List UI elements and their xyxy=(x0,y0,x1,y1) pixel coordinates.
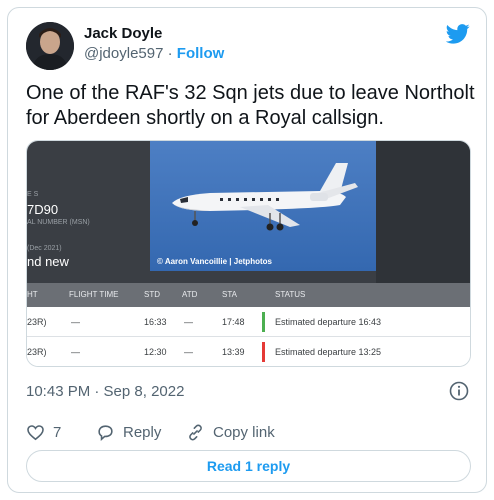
column-header: STATUS xyxy=(275,290,306,299)
status-indicator xyxy=(262,342,265,362)
aircraft-info-panel: E S 7D90 AL NUMBER (MSN) (Dec 2021) nd n… xyxy=(27,141,147,283)
status-cell: Estimated departure 16:43 xyxy=(275,317,382,327)
flight-time-cell: — xyxy=(71,317,80,327)
sta-cell: 17:48 xyxy=(222,317,245,327)
copy-link-label: Copy link xyxy=(213,423,275,441)
tweet-media[interactable]: E S 7D90 AL NUMBER (MSN) (Dec 2021) nd n… xyxy=(26,140,471,367)
read-replies-button[interactable]: Read 1 reply xyxy=(26,450,471,482)
panel-label: E S xyxy=(27,191,39,198)
reply-icon xyxy=(98,424,113,441)
row-cell: 23R) xyxy=(27,347,47,357)
flights-table-header: HT FLIGHT TIME STD ATD STA STATUS xyxy=(27,283,470,307)
flight-info-header: E S 7D90 AL NUMBER (MSN) (Dec 2021) nd n… xyxy=(27,141,470,283)
row-cell: 23R) xyxy=(27,317,47,327)
atd-cell: — xyxy=(184,317,193,327)
photo-credit: © Aaron Vancoillie | Jetphotos xyxy=(157,257,272,266)
table-row[interactable]: 23R) — 16:33 — 17:48 Estimated departure… xyxy=(27,307,470,337)
aircraft-photo: © Aaron Vancoillie | Jetphotos xyxy=(150,141,376,271)
column-header: STA xyxy=(222,290,237,299)
author-handle-line: @jdoyle597 · Follow xyxy=(84,45,224,62)
follow-button[interactable]: Follow xyxy=(177,45,225,62)
aircraft-type: 7D90 xyxy=(27,202,59,217)
std-cell: 16:33 xyxy=(144,317,167,327)
reply-button[interactable]: Reply xyxy=(96,421,161,443)
reply-label: Reply xyxy=(123,423,162,441)
atd-cell: — xyxy=(184,347,193,357)
copy-link-button[interactable]: Copy link xyxy=(186,421,275,443)
separator: · xyxy=(163,45,177,62)
panel-date: (Dec 2021) xyxy=(27,245,62,252)
header-strip xyxy=(376,141,470,283)
column-header: ATD xyxy=(182,290,198,299)
info-icon[interactable] xyxy=(449,381,469,401)
flight-time-cell: — xyxy=(71,347,80,357)
like-count: 7 xyxy=(53,423,62,441)
heart-icon xyxy=(27,424,44,440)
panel-label: AL NUMBER (MSN) xyxy=(27,219,90,226)
like-button[interactable]: 7 xyxy=(26,421,61,443)
panel-value: nd new xyxy=(27,254,69,269)
table-row[interactable]: 23R) — 12:30 — 13:39 Estimated departure… xyxy=(27,337,470,366)
tweet-text: One of the RAF's 32 Sqn jets due to leav… xyxy=(26,82,475,129)
column-header: HT xyxy=(27,290,38,299)
link-icon xyxy=(189,424,202,440)
avatar[interactable] xyxy=(26,22,74,70)
tweet-card: Jack Doyle @jdoyle597 · Follow One of th… xyxy=(7,7,487,493)
author-handle[interactable]: @jdoyle597 xyxy=(84,45,163,62)
tweet-actions: 7 Reply Copy link xyxy=(26,421,476,443)
status-cell: Estimated departure 13:25 xyxy=(275,347,382,357)
column-header: STD xyxy=(144,290,160,299)
tweet-timestamp[interactable]: 10:43 PM · Sep 8, 2022 xyxy=(26,383,184,400)
std-cell: 12:30 xyxy=(144,347,167,357)
author-name[interactable]: Jack Doyle xyxy=(84,25,162,42)
sta-cell: 13:39 xyxy=(222,347,245,357)
twitter-bird-icon[interactable] xyxy=(446,24,470,44)
column-header: FLIGHT TIME xyxy=(69,290,119,299)
status-indicator xyxy=(262,312,265,332)
